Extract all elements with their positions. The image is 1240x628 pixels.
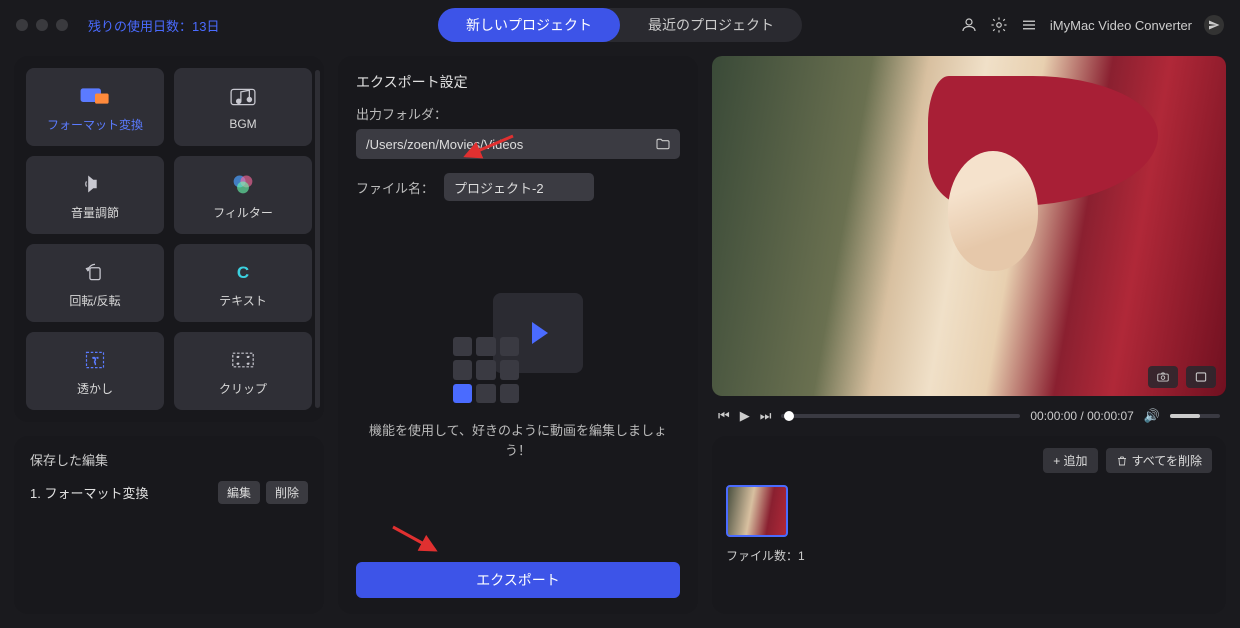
svg-text:T: T bbox=[92, 356, 98, 367]
next-icon[interactable]: ⏭ bbox=[760, 408, 772, 424]
window-controls bbox=[16, 19, 68, 31]
filter-icon bbox=[226, 170, 260, 198]
delete-all-label: すべてを削除 bbox=[1132, 452, 1202, 469]
export-title: エクスポート設定 bbox=[356, 72, 680, 92]
output-folder-label: 出力フォルダ： bbox=[356, 104, 680, 123]
tool-label: 透かし bbox=[77, 380, 113, 397]
clips-panel: + 追加 すべてを削除 ファイル数：1 bbox=[712, 436, 1226, 614]
preview-column: ⏮ ▶ ⏭ 00:00:00 / 00:00:07 🔊 + 追加 すべてを削除 … bbox=[712, 56, 1226, 614]
browse-folder-icon[interactable] bbox=[654, 136, 672, 152]
snapshot-icon[interactable] bbox=[1148, 366, 1178, 388]
tool-label: 音量調節 bbox=[71, 204, 119, 221]
account-icon[interactable] bbox=[960, 16, 978, 34]
close-window-icon[interactable] bbox=[16, 19, 28, 31]
clip-thumbnail[interactable] bbox=[726, 485, 788, 537]
tool-label: テキスト bbox=[219, 292, 267, 309]
gear-icon[interactable] bbox=[990, 16, 1008, 34]
tab-recent-projects[interactable]: 最近のプロジェクト bbox=[620, 8, 802, 42]
timeline-slider[interactable] bbox=[781, 414, 1020, 418]
file-count-label: ファイル数：1 bbox=[726, 547, 1212, 564]
play-icon[interactable]: ▶ bbox=[740, 408, 750, 424]
scrollbar[interactable] bbox=[315, 70, 320, 408]
minimize-window-icon[interactable] bbox=[36, 19, 48, 31]
saved-edit-row: 1. フォーマット変換 編集 削除 bbox=[30, 481, 308, 504]
tool-label: フィルター bbox=[213, 204, 273, 221]
output-folder-path: /Users/zoen/Movies/Videos bbox=[366, 137, 523, 152]
tool-text[interactable]: C テキスト bbox=[174, 244, 312, 322]
svg-text:C: C bbox=[237, 262, 249, 281]
tool-watermark[interactable]: T 透かし bbox=[26, 332, 164, 410]
preview-frame bbox=[712, 56, 1226, 396]
filename-input[interactable] bbox=[444, 173, 594, 201]
export-panel: エクスポート設定 出力フォルダ： /Users/zoen/Movies/Vide… bbox=[338, 56, 698, 614]
export-button[interactable]: エクスポート bbox=[356, 562, 680, 598]
tool-filter[interactable]: フィルター bbox=[174, 156, 312, 234]
export-hint-text: 機能を使用して、好きのように動画を編集しましょう！ bbox=[356, 421, 680, 460]
tool-rotate[interactable]: 回転/反転 bbox=[26, 244, 164, 322]
saved-edit-label: 1. フォーマット変換 bbox=[30, 483, 148, 502]
tool-label: クリップ bbox=[219, 380, 267, 397]
grid-icon bbox=[453, 337, 519, 403]
saved-edits-header: 保存した編集 bbox=[30, 450, 308, 469]
tool-label: フォーマット変換 bbox=[47, 116, 143, 133]
volume-icon[interactable]: 🔊 bbox=[1144, 408, 1160, 424]
project-tabs: 新しいプロジェクト 最近のプロジェクト bbox=[438, 8, 802, 42]
tool-label: BGM bbox=[229, 117, 256, 131]
trial-days-label: 残りの使用日数：13日 bbox=[88, 16, 219, 35]
watermark-icon: T bbox=[78, 346, 112, 374]
text-icon: C bbox=[226, 258, 260, 286]
tool-clip[interactable]: クリップ bbox=[174, 332, 312, 410]
tool-volume[interactable]: 音量調節 bbox=[26, 156, 164, 234]
maximize-window-icon[interactable] bbox=[56, 19, 68, 31]
volume-icon bbox=[78, 170, 112, 198]
add-clip-button[interactable]: + 追加 bbox=[1043, 448, 1097, 473]
sidebar: フォーマット変換 BGM 音量調節 フィルター回転/反転 C テキスト T 透かし クリップ 保… bbox=[14, 56, 324, 614]
tab-new-project[interactable]: 新しいプロジェクト bbox=[438, 8, 620, 42]
volume-slider[interactable] bbox=[1170, 414, 1220, 418]
topbar: 残りの使用日数：13日 新しいプロジェクト 最近のプロジェクト iMyMac V… bbox=[0, 0, 1240, 50]
clip-icon bbox=[226, 346, 260, 374]
export-illustration: 機能を使用して、好きのように動画を編集しましょう！ bbox=[356, 201, 680, 552]
delete-saved-button[interactable]: 削除 bbox=[266, 481, 308, 504]
main-area: フォーマット変換 BGM 音量調節 フィルター回転/反転 C テキスト T 透かし クリップ 保… bbox=[0, 50, 1240, 628]
tool-bgm[interactable]: BGM bbox=[174, 68, 312, 146]
edit-saved-button[interactable]: 編集 bbox=[218, 481, 260, 504]
prev-icon[interactable]: ⏮ bbox=[718, 408, 730, 424]
format-icon bbox=[78, 82, 112, 110]
video-preview[interactable] bbox=[712, 56, 1226, 396]
player-controls: ⏮ ▶ ⏭ 00:00:00 / 00:00:07 🔊 bbox=[712, 408, 1226, 424]
saved-edits-panel: 保存した編集 1. フォーマット変換 編集 削除 bbox=[14, 436, 324, 614]
menu-icon[interactable] bbox=[1020, 16, 1038, 34]
app-name-label: iMyMac Video Converter bbox=[1050, 18, 1192, 33]
rotate-icon bbox=[78, 258, 112, 286]
delete-all-button[interactable]: すべてを削除 bbox=[1106, 448, 1212, 473]
output-folder-field[interactable]: /Users/zoen/Movies/Videos bbox=[356, 129, 680, 159]
time-display: 00:00:00 / 00:00:07 bbox=[1030, 409, 1133, 423]
share-icon[interactable] bbox=[1204, 15, 1224, 35]
tool-format[interactable]: フォーマット変換 bbox=[26, 68, 164, 146]
fullscreen-icon[interactable] bbox=[1186, 366, 1216, 388]
bgm-icon bbox=[226, 83, 260, 111]
topbar-right: iMyMac Video Converter bbox=[960, 15, 1224, 35]
tool-grid-panel: フォーマット変換 BGM 音量調節 フィルター回転/反転 C テキスト T 透かし クリップ bbox=[14, 56, 324, 422]
filename-label: ファイル名： bbox=[356, 178, 434, 197]
tool-label: 回転/反転 bbox=[69, 292, 120, 309]
